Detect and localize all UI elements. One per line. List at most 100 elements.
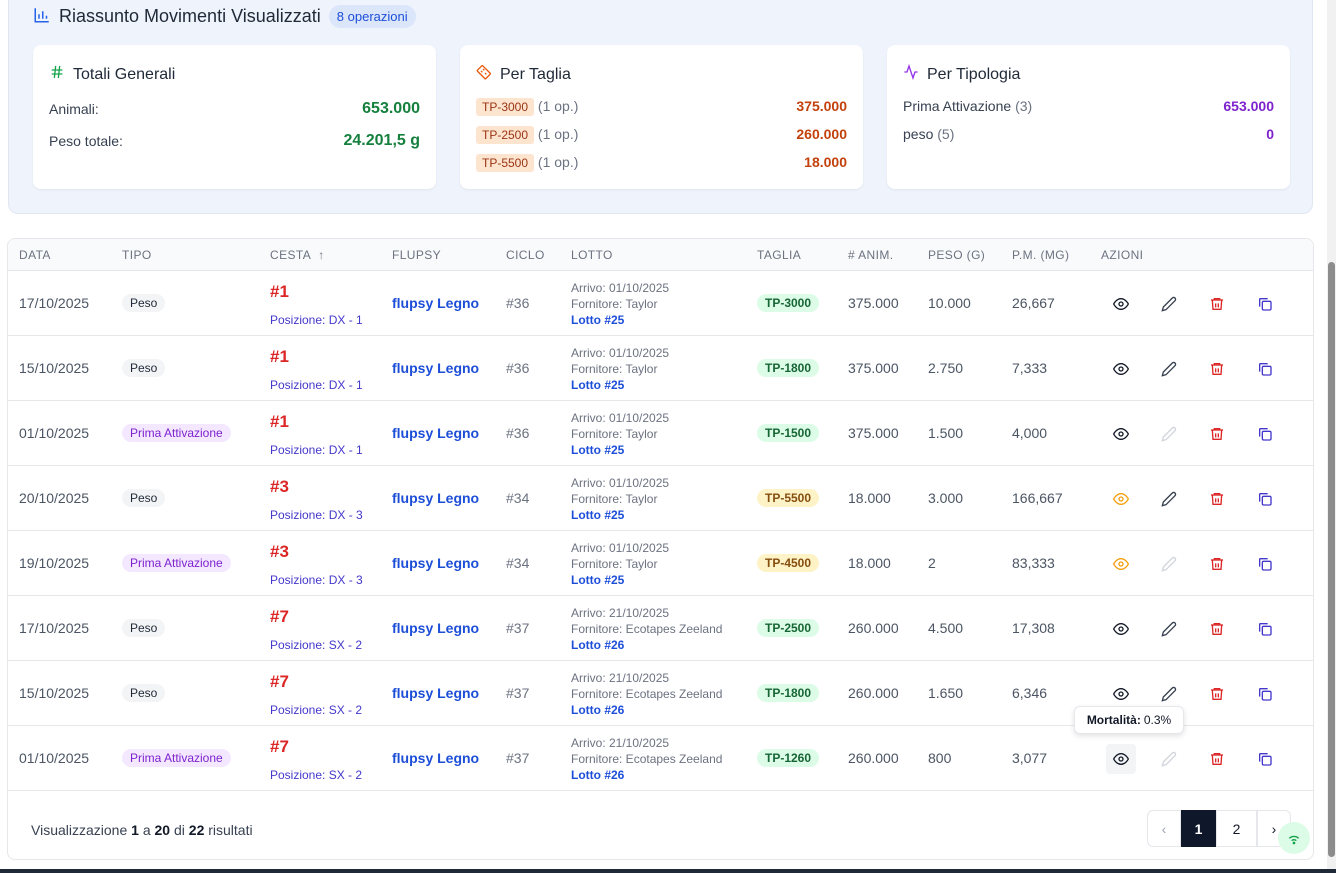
- animali-value: 653.000: [362, 100, 420, 117]
- cell-data: 15/10/2025: [19, 685, 90, 701]
- prev-page-button[interactable]: ‹: [1147, 810, 1181, 847]
- cesta-number[interactable]: #7: [270, 737, 289, 757]
- lotto-link[interactable]: Lotto #25: [571, 313, 624, 327]
- cesta-number[interactable]: #7: [270, 672, 289, 692]
- cesta-number[interactable]: #3: [270, 477, 289, 497]
- lotto-fornitore: Fornitore: Taylor: [571, 557, 658, 571]
- view-eye-icon[interactable]: [1106, 744, 1136, 774]
- table-row: 01/10/2025 Prima Attivazione #1 Posizione: …: [8, 401, 1313, 466]
- delete-trash-icon[interactable]: [1202, 679, 1232, 709]
- duplicate-copy-icon[interactable]: [1250, 354, 1280, 384]
- tipo-badge: Peso: [122, 489, 166, 507]
- duplicate-copy-icon[interactable]: [1250, 289, 1280, 319]
- cesta-position: Posizione: DX - 3: [270, 508, 363, 522]
- ruler-icon: [476, 64, 492, 85]
- view-eye-icon[interactable]: [1106, 354, 1136, 384]
- duplicate-copy-icon[interactable]: [1250, 484, 1280, 514]
- taglia-value: 18.000: [804, 154, 847, 170]
- delete-trash-icon[interactable]: [1202, 549, 1232, 579]
- cesta-position: Posizione: DX - 1: [270, 443, 363, 457]
- totali-card-title: Totali Generali: [49, 64, 175, 85]
- lotto-fornitore: Fornitore: Taylor: [571, 362, 658, 376]
- cell-data: 01/10/2025: [19, 425, 90, 441]
- cesta-number[interactable]: #1: [270, 282, 289, 302]
- cell-peso-medio: 7,333: [1012, 360, 1048, 376]
- delete-trash-icon[interactable]: [1202, 484, 1232, 514]
- lotto-fornitore: Fornitore: Taylor: [571, 492, 658, 506]
- mortality-tooltip: Mortalità: 0.3%: [1074, 706, 1184, 734]
- lotto-link[interactable]: Lotto #26: [571, 638, 624, 652]
- taglia-item: TP-5500 (1 op.) 18.000: [476, 154, 847, 172]
- flupsy-link[interactable]: flupsy Legno: [392, 750, 479, 766]
- header-tipo[interactable]: TIPO: [122, 248, 152, 262]
- tipologia-label: peso: [903, 126, 934, 142]
- header-anim[interactable]: # ANIM.: [848, 248, 893, 262]
- header-flupsy[interactable]: FLUPSY: [392, 248, 441, 262]
- cell-peso: 1.500: [928, 425, 964, 441]
- delete-trash-icon[interactable]: [1202, 419, 1232, 449]
- header-pm[interactable]: P.M. (MG): [1012, 248, 1069, 262]
- edit-pencil-icon[interactable]: [1154, 289, 1184, 319]
- edit-pencil-icon[interactable]: [1154, 679, 1184, 709]
- lotto-arrivo: Arrivo: 21/10/2025: [571, 736, 670, 750]
- tipo-badge: Peso: [122, 359, 166, 377]
- summary-header: Riassunto Movimenti Visualizzati 8 opera…: [33, 5, 416, 28]
- duplicate-copy-icon[interactable]: [1250, 614, 1280, 644]
- lotto-link[interactable]: Lotto #25: [571, 378, 624, 392]
- flupsy-link[interactable]: flupsy Legno: [392, 490, 479, 506]
- header-data[interactable]: DATA: [19, 248, 51, 262]
- edit-pencil-icon[interactable]: [1154, 484, 1184, 514]
- flupsy-link[interactable]: flupsy Legno: [392, 360, 479, 376]
- view-eye-icon[interactable]: [1106, 549, 1136, 579]
- header-cesta[interactable]: CESTA ↑: [270, 248, 325, 262]
- flupsy-link[interactable]: flupsy Legno: [392, 685, 479, 701]
- duplicate-copy-icon[interactable]: [1250, 679, 1280, 709]
- cesta-position: Posizione: SX - 2: [270, 768, 363, 782]
- view-eye-icon[interactable]: [1106, 614, 1136, 644]
- movements-table: DATA TIPO CESTA ↑ FLUPSY CICLO LOTTO TAG…: [7, 238, 1314, 860]
- delete-trash-icon[interactable]: [1202, 744, 1232, 774]
- wifi-icon[interactable]: [1278, 822, 1310, 854]
- page-2-button[interactable]: 2: [1216, 810, 1257, 847]
- flupsy-link[interactable]: flupsy Legno: [392, 555, 479, 571]
- page-1-button[interactable]: 1: [1181, 810, 1216, 847]
- duplicate-copy-icon[interactable]: [1250, 744, 1280, 774]
- flupsy-link[interactable]: flupsy Legno: [392, 425, 479, 441]
- flupsy-link[interactable]: flupsy Legno: [392, 295, 479, 311]
- header-lotto[interactable]: LOTTO: [571, 248, 613, 262]
- table-row: 15/10/2025 Peso #1 Posizione: DX - 1 flupsy …: [8, 336, 1313, 401]
- header-peso[interactable]: PESO (G): [928, 248, 985, 262]
- flupsy-link[interactable]: flupsy Legno: [392, 620, 479, 636]
- cesta-number[interactable]: #7: [270, 607, 289, 627]
- lotto-arrivo: Arrivo: 01/10/2025: [571, 541, 670, 555]
- tipologia-label: Prima Attivazione: [903, 98, 1012, 114]
- duplicate-copy-icon[interactable]: [1250, 549, 1280, 579]
- lotto-arrivo: Arrivo: 21/10/2025: [571, 606, 670, 620]
- lotto-link[interactable]: Lotto #25: [571, 573, 624, 587]
- view-eye-icon[interactable]: [1106, 419, 1136, 449]
- table-row: 01/10/2025 Prima Attivazione #7 Posizione: …: [8, 726, 1313, 791]
- cesta-number[interactable]: #3: [270, 542, 289, 562]
- edit-pencil-icon[interactable]: [1154, 614, 1184, 644]
- edit-pencil-icon[interactable]: [1154, 354, 1184, 384]
- cesta-number[interactable]: #1: [270, 347, 289, 367]
- scrollbar-thumb[interactable]: [1328, 262, 1335, 857]
- header-ciclo[interactable]: CICLO: [506, 248, 545, 262]
- delete-trash-icon[interactable]: [1202, 614, 1232, 644]
- delete-trash-icon[interactable]: [1202, 289, 1232, 319]
- lotto-link[interactable]: Lotto #25: [571, 508, 624, 522]
- cesta-position: Posizione: DX - 3: [270, 573, 363, 587]
- cell-ciclo: #37: [506, 620, 530, 636]
- duplicate-copy-icon[interactable]: [1250, 419, 1280, 449]
- header-taglia[interactable]: TAGLIA: [757, 248, 801, 262]
- lotto-link[interactable]: Lotto #25: [571, 443, 624, 457]
- view-eye-icon[interactable]: [1106, 484, 1136, 514]
- lotto-link[interactable]: Lotto #26: [571, 768, 624, 782]
- view-eye-icon[interactable]: [1106, 679, 1136, 709]
- cesta-position: Posizione: SX - 2: [270, 638, 363, 652]
- lotto-link[interactable]: Lotto #26: [571, 703, 624, 717]
- cell-ciclo: #34: [506, 490, 530, 506]
- cesta-number[interactable]: #1: [270, 412, 289, 432]
- delete-trash-icon[interactable]: [1202, 354, 1232, 384]
- view-eye-icon[interactable]: [1106, 289, 1136, 319]
